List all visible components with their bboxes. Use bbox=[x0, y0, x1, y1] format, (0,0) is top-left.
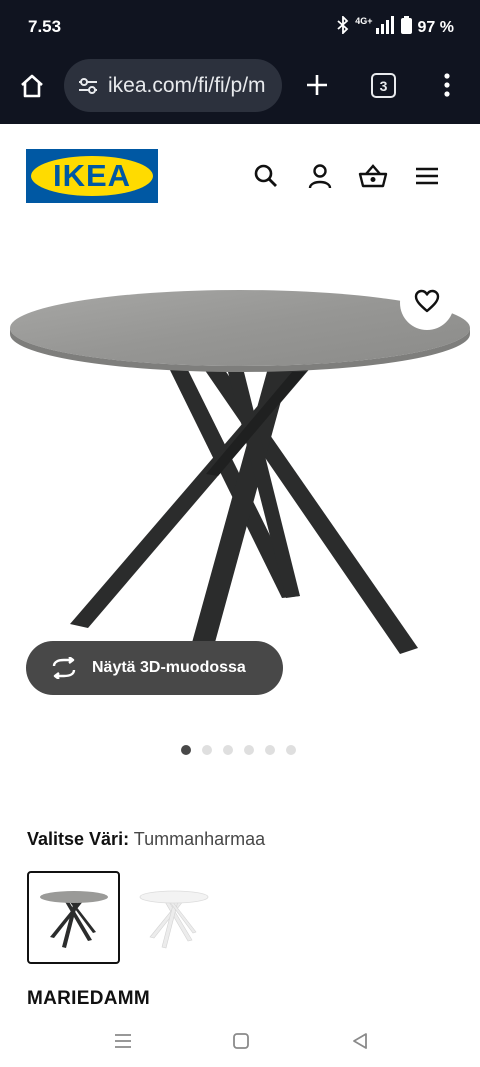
carousel-indicator bbox=[181, 745, 296, 755]
status-bar: 7.53 4G+ 97 % bbox=[0, 0, 480, 56]
view-3d-button[interactable]: Näytä 3D-muodossa bbox=[26, 641, 283, 695]
variant-swatch-dark-grey[interactable] bbox=[27, 871, 120, 964]
view-3d-label: Näytä 3D-muodossa bbox=[92, 659, 246, 676]
logo-oval: IKEA bbox=[31, 156, 153, 196]
carousel-dot[interactable] bbox=[202, 745, 212, 755]
recent-apps-icon[interactable] bbox=[108, 1026, 138, 1056]
back-icon[interactable] bbox=[345, 1026, 375, 1056]
tab-switcher-button[interactable]: 3 bbox=[371, 73, 396, 98]
account-icon[interactable] bbox=[304, 160, 336, 192]
rotate-3d-icon bbox=[50, 656, 78, 680]
carousel-dot[interactable] bbox=[223, 745, 233, 755]
browser-toolbar: ikea.com/fi/fi/p/m 3 bbox=[0, 56, 480, 124]
heart-icon bbox=[414, 289, 440, 318]
product-name: MARIEDAMM bbox=[27, 988, 151, 1009]
site-header: IKEA bbox=[0, 124, 480, 224]
status-indicators: 4G+ 97 % bbox=[337, 14, 454, 39]
product-image[interactable] bbox=[0, 256, 480, 706]
carousel-dot[interactable] bbox=[265, 745, 275, 755]
ikea-logo[interactable]: IKEA bbox=[26, 149, 158, 203]
tune-icon[interactable] bbox=[76, 74, 100, 98]
home-icon[interactable] bbox=[14, 68, 50, 104]
battery-level: 97 % bbox=[417, 18, 454, 36]
carousel-dot[interactable] bbox=[181, 745, 191, 755]
signal-icon bbox=[375, 16, 395, 39]
home-nav-icon[interactable] bbox=[226, 1026, 256, 1056]
system-navigation-bar bbox=[0, 1014, 480, 1067]
bluetooth-icon bbox=[337, 14, 349, 39]
carousel-dot[interactable] bbox=[244, 745, 254, 755]
url-text[interactable]: ikea.com/fi/fi/p/m bbox=[108, 74, 266, 98]
color-label: Valitse Väri: bbox=[27, 829, 130, 849]
hamburger-menu-icon[interactable] bbox=[411, 160, 443, 192]
logo-text: IKEA bbox=[52, 158, 132, 193]
favorite-button[interactable] bbox=[400, 276, 454, 330]
color-value: Tummanharmaa bbox=[133, 829, 266, 849]
address-bar[interactable]: ikea.com/fi/fi/p/m bbox=[64, 59, 282, 112]
basket-icon[interactable] bbox=[357, 160, 389, 192]
more-vert-icon[interactable] bbox=[434, 68, 460, 102]
battery-icon bbox=[400, 16, 412, 39]
plus-icon[interactable] bbox=[300, 68, 334, 102]
color-selection-label: Valitse Väri: Tummanharmaa bbox=[27, 829, 265, 850]
network-type: 4G+ bbox=[355, 16, 373, 26]
variant-swatch-white[interactable] bbox=[127, 871, 220, 964]
status-time: 7.53 bbox=[28, 17, 62, 36]
carousel-dot[interactable] bbox=[286, 745, 296, 755]
search-icon[interactable] bbox=[250, 160, 282, 192]
